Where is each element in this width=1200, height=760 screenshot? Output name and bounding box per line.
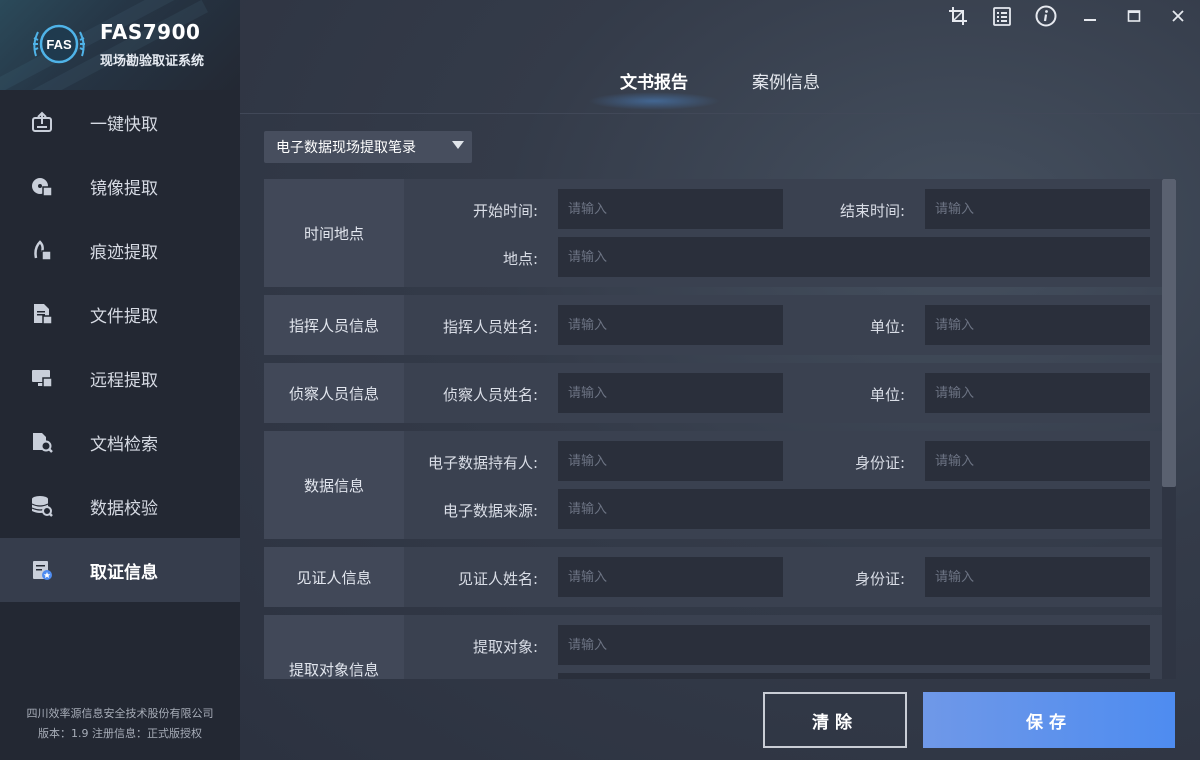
document-type-select[interactable]: 电子数据现场提取笔录 bbox=[264, 131, 472, 163]
minimize-icon bbox=[1084, 19, 1096, 21]
place-input[interactable] bbox=[558, 237, 1150, 277]
data-source-label: 电子数据来源: bbox=[442, 502, 538, 520]
commander-unit-label: 单位: bbox=[869, 318, 905, 336]
sidebar-item-image-extract[interactable]: 镜像提取 bbox=[0, 154, 240, 218]
group-time-place: 时间地点 开始时间: 结束时间: 地点: bbox=[264, 179, 1162, 287]
extract-target-input[interactable] bbox=[558, 625, 1150, 665]
trace-icon bbox=[30, 238, 54, 262]
save-button[interactable]: 保存 bbox=[923, 692, 1175, 748]
maximize-button[interactable] bbox=[1112, 0, 1156, 32]
tab-bar: 文书报告 案例信息 bbox=[240, 60, 1200, 110]
sidebar-item-label: 文件提取 bbox=[90, 306, 158, 327]
scrollbar-thumb[interactable] bbox=[1162, 179, 1176, 487]
sidebar-item-doc-search[interactable]: 文档检索 bbox=[0, 410, 240, 474]
info-button[interactable] bbox=[1024, 0, 1068, 32]
end-time-input[interactable] bbox=[925, 189, 1150, 229]
brand-header: FAS FAS7900 现场勘验取证系统 bbox=[0, 0, 240, 90]
sidebar-item-evidence-info[interactable]: 取证信息 bbox=[0, 538, 240, 602]
form-area: 时间地点 开始时间: 结束时间: 地点: 指挥人员信息 指挥人员姓名: 单位: … bbox=[264, 179, 1162, 679]
group-investigator: 侦察人员信息 侦察人员姓名: 单位: bbox=[264, 363, 1162, 423]
group-title: 数据信息 bbox=[264, 431, 404, 539]
extract-target-input-2[interactable] bbox=[558, 673, 1150, 679]
sidebar: FAS FAS7900 现场勘验取证系统 一键快取 镜像提取 痕迹提取 文件提取… bbox=[0, 0, 240, 760]
app-title: FAS7900 bbox=[100, 20, 201, 44]
svg-text:FAS: FAS bbox=[46, 37, 72, 52]
company-name: 四川效率源信息安全技术股份有限公司 bbox=[26, 707, 214, 720]
data-source-input[interactable] bbox=[558, 489, 1150, 529]
list-icon bbox=[993, 7, 1011, 26]
sidebar-item-label: 数据校验 bbox=[90, 498, 158, 519]
sidebar-item-data-check[interactable]: 数据校验 bbox=[0, 474, 240, 538]
database-check-icon bbox=[30, 494, 54, 518]
commander-name-label: 指挥人员姓名: bbox=[442, 318, 538, 336]
tab-document-report[interactable]: 文书报告 bbox=[588, 60, 720, 110]
minimize-button[interactable] bbox=[1068, 0, 1112, 32]
place-label: 地点: bbox=[502, 250, 538, 268]
holder-id-input[interactable] bbox=[925, 441, 1150, 481]
group-extract-target: 提取对象信息 提取对象: bbox=[264, 615, 1162, 679]
close-icon bbox=[1172, 10, 1184, 22]
file-icon bbox=[30, 302, 54, 326]
sidebar-item-label: 远程提取 bbox=[90, 370, 158, 391]
sidebar-item-file-extract[interactable]: 文件提取 bbox=[0, 282, 240, 346]
sidebar-item-remote-extract[interactable]: 远程提取 bbox=[0, 346, 240, 410]
sidebar-item-label: 镜像提取 bbox=[90, 178, 158, 199]
footer-info: 四川效率源信息安全技术股份有限公司 版本：1.9 注册信息：正式版授权 bbox=[0, 704, 240, 744]
clear-button[interactable]: 清除 bbox=[763, 692, 907, 748]
start-time-label: 开始时间: bbox=[472, 202, 538, 220]
close-button[interactable] bbox=[1156, 0, 1200, 32]
group-witness: 见证人信息 见证人姓名: 身份证: bbox=[264, 547, 1162, 607]
image-extract-icon bbox=[30, 174, 54, 198]
document-type-value: 电子数据现场提取笔录 bbox=[276, 140, 416, 156]
sidebar-item-label: 一键快取 bbox=[90, 114, 158, 135]
witness-name-label: 见证人姓名: bbox=[457, 570, 538, 588]
investigator-unit-input[interactable] bbox=[925, 373, 1150, 413]
end-time-label: 结束时间: bbox=[839, 202, 905, 220]
sidebar-item-trace-extract[interactable]: 痕迹提取 bbox=[0, 218, 240, 282]
extract-target-label: 提取对象: bbox=[472, 638, 538, 656]
data-holder-label: 电子数据持有人: bbox=[427, 454, 538, 472]
group-commander: 指挥人员信息 指挥人员姓名: 单位: bbox=[264, 295, 1162, 355]
maximize-icon bbox=[1127, 10, 1141, 22]
main-panel: 文书报告 案例信息 电子数据现场提取笔录 时间地点 开始时间: 结束时间: 地点… bbox=[240, 0, 1200, 760]
titlebar bbox=[936, 0, 1200, 32]
fas-logo-icon: FAS bbox=[33, 24, 85, 64]
sidebar-item-label: 痕迹提取 bbox=[90, 242, 158, 263]
crop-icon bbox=[949, 7, 967, 25]
investigator-unit-label: 单位: bbox=[869, 386, 905, 404]
sidebar-item-label: 取证信息 bbox=[90, 562, 158, 583]
version-info: 版本：1.9 注册信息：正式版授权 bbox=[38, 727, 202, 740]
info-icon bbox=[1035, 5, 1057, 27]
group-data-info: 数据信息 电子数据持有人: 身份证: 电子数据来源: bbox=[264, 431, 1162, 539]
sidebar-nav: 一键快取 镜像提取 痕迹提取 文件提取 远程提取 文档检索 数据校验 取证信息 bbox=[0, 90, 240, 602]
list-button[interactable] bbox=[980, 0, 1024, 32]
scrollbar[interactable] bbox=[1162, 179, 1176, 679]
crop-button[interactable] bbox=[936, 0, 980, 32]
remote-icon bbox=[30, 366, 54, 390]
chevron-down-icon bbox=[452, 141, 464, 149]
evidence-info-icon bbox=[30, 558, 54, 582]
witness-id-label: 身份证: bbox=[854, 570, 905, 588]
upload-box-icon bbox=[30, 110, 54, 134]
divider bbox=[240, 113, 1200, 114]
sidebar-item-quick-extract[interactable]: 一键快取 bbox=[0, 90, 240, 154]
sidebar-item-label: 文档检索 bbox=[90, 434, 158, 455]
doc-search-icon bbox=[30, 430, 54, 454]
commander-unit-input[interactable] bbox=[925, 305, 1150, 345]
witness-id-input[interactable] bbox=[925, 557, 1150, 597]
group-title: 时间地点 bbox=[264, 179, 404, 287]
investigator-name-label: 侦察人员姓名: bbox=[442, 386, 538, 404]
app-subtitle: 现场勘验取证系统 bbox=[100, 54, 205, 69]
tab-case-info[interactable]: 案例信息 bbox=[720, 60, 852, 104]
holder-id-label: 身份证: bbox=[854, 454, 905, 472]
